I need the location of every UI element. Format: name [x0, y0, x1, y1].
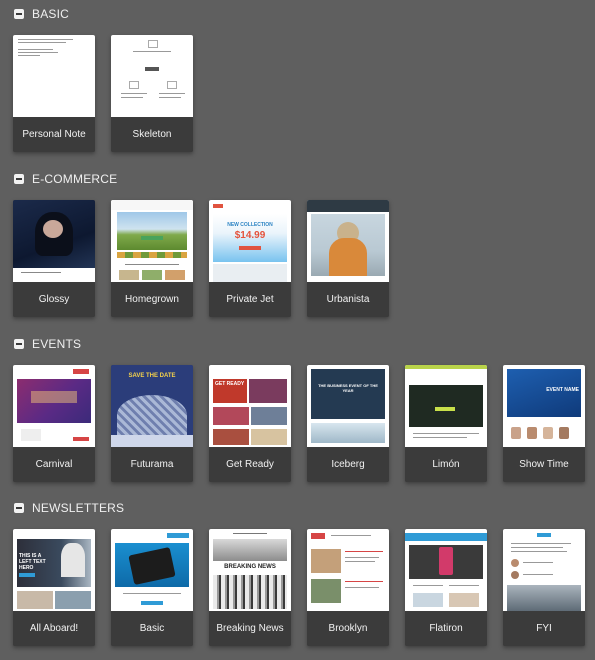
template-name: Private Jet	[209, 282, 291, 317]
template-thumbnail: EVENT NAME	[503, 365, 585, 447]
template-card-private-jet[interactable]: NEW COLLECTION $14.99 Private Jet	[209, 200, 291, 317]
collapse-icon[interactable]	[14, 9, 24, 19]
hero-headline: THE BUSINESS EVENT OF THE YEAR	[318, 383, 378, 393]
hero-headline: THIS IS A LEFT TEXT HERO	[19, 553, 46, 571]
template-thumbnail: SAVE THE DATE	[111, 365, 193, 447]
template-name: FYI	[503, 611, 585, 646]
template-thumbnail: THE BUSINESS EVENT OF THE YEAR	[307, 365, 389, 447]
template-thumbnail	[111, 529, 193, 611]
template-card-fyi[interactable]: FYI	[503, 529, 585, 646]
hero-headline: GET READY	[215, 381, 245, 387]
template-card-homegrown[interactable]: Homegrown	[111, 200, 193, 317]
template-card-limon[interactable]: Limón	[405, 365, 487, 482]
template-name: Get Ready	[209, 447, 291, 482]
template-name: Breaking News	[209, 611, 291, 646]
section-title: BASIC	[32, 7, 70, 21]
template-name: Iceberg	[307, 447, 389, 482]
template-card-personal-note[interactable]: Personal Note	[13, 35, 95, 152]
template-card-newsletter-basic[interactable]: Basic	[111, 529, 193, 646]
template-thumbnail	[13, 35, 95, 117]
template-card-flatiron[interactable]: Flatiron	[405, 529, 487, 646]
section-title: NEWSLETTERS	[32, 501, 125, 515]
template-card-futurama[interactable]: SAVE THE DATE Futurama	[111, 365, 193, 482]
template-name: Limón	[405, 447, 487, 482]
hero-headline: SAVE THE DATE	[128, 373, 176, 379]
section-header-events[interactable]: EVENTS	[14, 337, 81, 351]
template-thumbnail	[503, 529, 585, 611]
template-thumbnail	[405, 529, 487, 611]
template-card-breaking-news[interactable]: BREAKING NEWS Breaking News	[209, 529, 291, 646]
section-header-newsletters[interactable]: NEWSLETTERS	[14, 501, 124, 515]
section-header-basic[interactable]: BASIC	[14, 7, 69, 21]
hero-price: $14.99	[234, 230, 266, 241]
template-name: Futurama	[111, 447, 193, 482]
template-name: Homegrown	[111, 282, 193, 317]
template-card-carnival[interactable]: Carnival	[13, 365, 95, 482]
template-name: Urbanista	[307, 282, 389, 317]
template-thumbnail	[13, 200, 95, 282]
template-card-glossy[interactable]: Glossy	[13, 200, 95, 317]
template-name: Brooklyn	[307, 611, 389, 646]
template-name: Basic	[111, 611, 193, 646]
template-thumbnail	[307, 529, 389, 611]
collapse-icon[interactable]	[14, 339, 24, 349]
template-name: Skeleton	[111, 117, 193, 152]
template-card-all-aboard[interactable]: THIS IS A LEFT TEXT HERO All Aboard!	[13, 529, 95, 646]
template-thumbnail: NEW COLLECTION $14.99	[209, 200, 291, 282]
section-header-ecommerce[interactable]: E-COMMERCE	[14, 172, 117, 186]
template-thumbnail	[307, 200, 389, 282]
template-card-iceberg[interactable]: THE BUSINESS EVENT OF THE YEAR Iceberg	[307, 365, 389, 482]
template-card-get-ready[interactable]: GET READY Get Ready	[209, 365, 291, 482]
hero-headline: EVENT NAME	[546, 387, 579, 393]
template-name: All Aboard!	[13, 611, 95, 646]
template-name: Carnival	[13, 447, 95, 482]
template-thumbnail: GET READY	[209, 365, 291, 447]
template-thumbnail	[111, 35, 193, 117]
hero-headline: NEW COLLECTION	[227, 222, 273, 228]
template-thumbnail	[13, 365, 95, 447]
section-title: EVENTS	[32, 337, 82, 351]
template-thumbnail	[111, 200, 193, 282]
template-card-show-time[interactable]: EVENT NAME Show Time	[503, 365, 585, 482]
template-card-skeleton[interactable]: Skeleton	[111, 35, 193, 152]
template-thumbnail	[405, 365, 487, 447]
template-name: Glossy	[13, 282, 95, 317]
template-card-urbanista[interactable]: Urbanista	[307, 200, 389, 317]
hero-headline: BREAKING NEWS	[224, 564, 276, 570]
template-name: Show Time	[503, 447, 585, 482]
template-thumbnail: THIS IS A LEFT TEXT HERO	[13, 529, 95, 611]
template-card-brooklyn[interactable]: Brooklyn	[307, 529, 389, 646]
section-title: E-COMMERCE	[32, 172, 118, 186]
template-name: Personal Note	[13, 117, 95, 152]
template-thumbnail: BREAKING NEWS	[209, 529, 291, 611]
collapse-icon[interactable]	[14, 503, 24, 513]
collapse-icon[interactable]	[14, 174, 24, 184]
template-name: Flatiron	[405, 611, 487, 646]
